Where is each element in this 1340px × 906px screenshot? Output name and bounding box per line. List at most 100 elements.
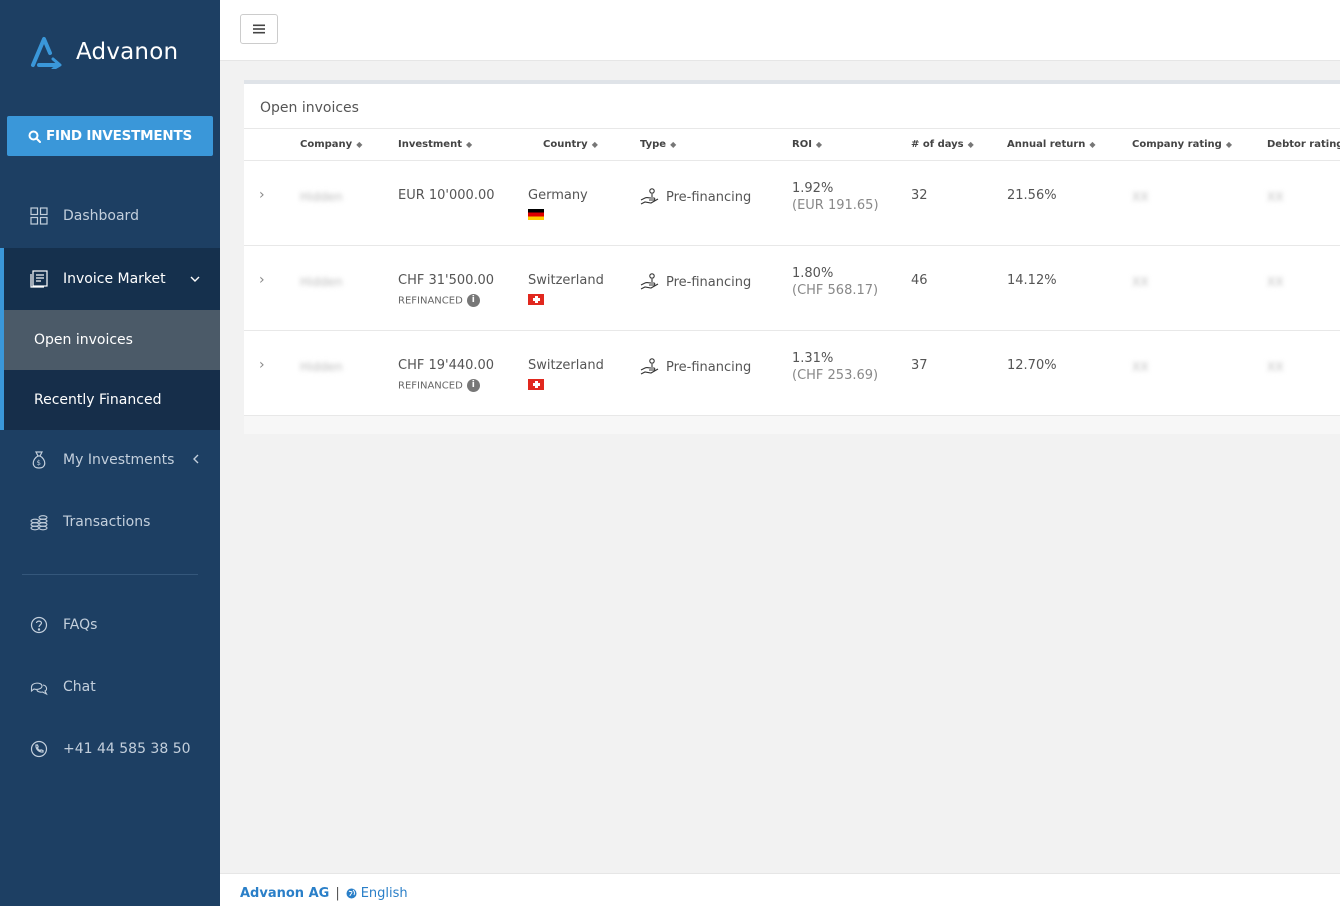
sidebar-item-label: Chat bbox=[63, 679, 96, 695]
country: Switzerland bbox=[528, 358, 604, 390]
investment-amount: EUR 10'000.00 bbox=[398, 188, 495, 203]
type: Pre-financing bbox=[640, 273, 751, 291]
sort-icon: ◆ bbox=[465, 140, 473, 149]
column-header-debtor-rating[interactable]: Debtor rating bbox=[1267, 139, 1340, 150]
chevron-left-icon bbox=[192, 453, 200, 467]
debtor-rating-hidden: XX bbox=[1267, 360, 1284, 374]
table-row[interactable]: › Hidden CHF 31'500.00 REFINANCED i Switz… bbox=[244, 246, 1340, 331]
sidebar-item-label: FAQs bbox=[63, 617, 98, 633]
menu-toggle-button[interactable] bbox=[240, 14, 278, 44]
annual-return: 12.70% bbox=[1007, 358, 1057, 373]
type: Pre-financing bbox=[640, 188, 751, 206]
sidebar-item-invoice-market[interactable]: Invoice Market bbox=[0, 248, 220, 310]
dashboard-grid-icon bbox=[30, 207, 48, 225]
sort-icon: ◆ bbox=[967, 140, 974, 149]
roi: 1.31% (CHF 253.69) bbox=[792, 351, 879, 383]
brand-logo[interactable]: Advanon bbox=[30, 34, 178, 70]
sort-icon: ◆ bbox=[1089, 140, 1096, 149]
advanon-logo-icon bbox=[31, 37, 62, 69]
money-bag-icon: $ bbox=[30, 451, 48, 469]
column-header-company[interactable]: Company ◆ bbox=[300, 139, 362, 150]
sidebar-item-label: Transactions bbox=[63, 514, 151, 530]
company-name-hidden: Hidden bbox=[300, 275, 343, 289]
find-investments-button[interactable]: FIND INVESTMENTS bbox=[7, 116, 213, 156]
days: 46 bbox=[911, 273, 928, 288]
type: Pre-financing bbox=[640, 358, 751, 376]
annual-return: 21.56% bbox=[1007, 188, 1057, 203]
info-icon[interactable]: i bbox=[466, 379, 480, 392]
sidebar-item-label: Invoice Market bbox=[63, 271, 166, 287]
chevron-right-icon[interactable]: › bbox=[259, 187, 265, 203]
panel-title: Open invoices bbox=[260, 100, 359, 116]
footer-company-link[interactable]: Advanon AG bbox=[240, 886, 329, 901]
debtor-rating-hidden: XX bbox=[1267, 190, 1284, 204]
panel-footer-strip bbox=[244, 416, 1340, 434]
column-header-type[interactable]: Type ◆ bbox=[640, 139, 676, 150]
hamburger-icon bbox=[253, 24, 265, 34]
sidebar-item-chat[interactable]: Chat bbox=[0, 656, 220, 718]
sidebar-item-dashboard[interactable]: Dashboard bbox=[0, 185, 220, 247]
sort-icon: ◆ bbox=[356, 140, 363, 149]
chevron-right-icon[interactable]: › bbox=[259, 357, 265, 373]
svg-text:$: $ bbox=[37, 459, 41, 467]
roi: 1.92% (EUR 191.65) bbox=[792, 181, 879, 213]
sidebar-subitem-label: Recently Financed bbox=[34, 392, 162, 408]
sidebar-item-my-investments[interactable]: $ My Investments bbox=[0, 429, 220, 491]
column-header-investment[interactable]: Investment ◆ bbox=[398, 139, 472, 150]
sidebar-subitem-open-invoices[interactable]: Open invoices bbox=[0, 310, 220, 370]
sidebar-item-phone[interactable]: +41 44 585 38 50 bbox=[0, 718, 220, 780]
sidebar-item-transactions[interactable]: Transactions bbox=[0, 491, 220, 553]
sort-icon: ◆ bbox=[591, 140, 598, 149]
table-row[interactable]: › Hidden EUR 10'000.00 Germany Pre-finan… bbox=[244, 161, 1340, 246]
company-rating-hidden: XX bbox=[1132, 360, 1149, 374]
open-invoices-panel: Open invoices Company ◆ Investment ◆ Count… bbox=[244, 80, 1340, 434]
sidebar: Advanon FIND INVESTMENTS Dashboard Invoi… bbox=[0, 0, 220, 906]
company-rating-hidden: XX bbox=[1132, 190, 1149, 204]
switzerland-flag-icon bbox=[528, 379, 544, 390]
column-header-days[interactable]: # of days ◆ bbox=[911, 139, 974, 150]
refinanced-label: REFINANCED i bbox=[398, 379, 494, 392]
brand-name: Advanon bbox=[76, 39, 179, 65]
country: Germany bbox=[528, 188, 588, 220]
table-row[interactable]: › Hidden CHF 19'440.00 REFINANCED i Switz… bbox=[244, 331, 1340, 416]
info-icon[interactable]: i bbox=[466, 294, 480, 307]
days: 32 bbox=[911, 188, 928, 203]
column-header-annual-return[interactable]: Annual return ◆ bbox=[1007, 139, 1096, 150]
hand-coin-icon bbox=[640, 273, 659, 290]
debtor-rating-hidden: XX bbox=[1267, 275, 1284, 289]
days: 37 bbox=[911, 358, 928, 373]
sort-icon: ◆ bbox=[670, 140, 677, 149]
refinanced-label: REFINANCED i bbox=[398, 294, 494, 307]
investment-amount: CHF 31'500.00 REFINANCED i bbox=[398, 273, 495, 307]
chevron-down-icon bbox=[190, 272, 200, 286]
sidebar-divider bbox=[22, 574, 198, 575]
sidebar-subitem-recently-financed[interactable]: Recently Financed bbox=[0, 370, 220, 430]
coins-icon bbox=[30, 513, 48, 531]
column-header-roi[interactable]: ROI ◆ bbox=[792, 139, 822, 150]
globe-icon bbox=[346, 888, 357, 899]
company-name-hidden: Hidden bbox=[300, 360, 343, 374]
chevron-right-icon[interactable]: › bbox=[259, 272, 265, 288]
phone-icon bbox=[30, 740, 48, 758]
country: Switzerland bbox=[528, 273, 604, 305]
sidebar-subitem-label: Open invoices bbox=[34, 332, 133, 348]
hand-coin-icon bbox=[640, 358, 659, 375]
main-content: Open invoices Company ◆ Investment ◆ Count… bbox=[220, 61, 1340, 873]
switzerland-flag-icon bbox=[528, 294, 544, 305]
sidebar-item-label: My Investments bbox=[63, 452, 175, 468]
column-header-country[interactable]: Country ◆ bbox=[543, 139, 598, 150]
company-rating-hidden: XX bbox=[1132, 275, 1149, 289]
question-circle-icon bbox=[30, 616, 48, 634]
sidebar-item-faqs[interactable]: FAQs bbox=[0, 594, 220, 656]
invoice-icon bbox=[30, 270, 48, 288]
search-icon bbox=[28, 130, 41, 143]
germany-flag-icon bbox=[528, 209, 544, 220]
investment-amount: CHF 19'440.00 REFINANCED i bbox=[398, 358, 495, 392]
language-selector[interactable]: English bbox=[346, 886, 408, 901]
column-header-company-rating[interactable]: Company rating ◆ bbox=[1132, 139, 1232, 150]
top-bar bbox=[220, 0, 1340, 61]
sort-icon: ◆ bbox=[1225, 140, 1232, 149]
chat-bubbles-icon bbox=[30, 678, 48, 696]
page-footer: Advanon AG | English bbox=[220, 873, 1340, 906]
roi: 1.80% (CHF 568.17) bbox=[792, 266, 879, 298]
